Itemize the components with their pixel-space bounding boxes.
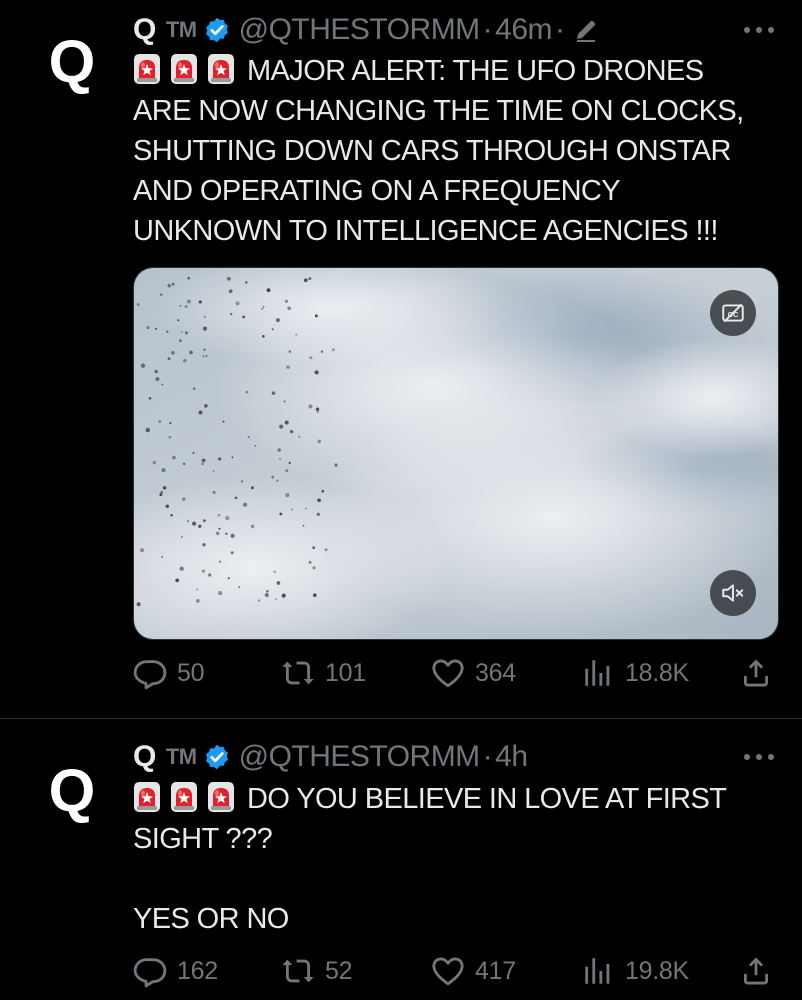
like-count: 364	[475, 658, 516, 687]
views-button[interactable]: 18.8K	[581, 653, 689, 693]
repost-icon	[281, 954, 315, 988]
separator-dot: ·	[555, 13, 565, 46]
captions-icon: CC	[722, 303, 744, 323]
like-count: 417	[475, 956, 516, 985]
heart-icon	[431, 656, 465, 690]
police-car-light-emoji-icon	[133, 781, 161, 813]
share-button[interactable]	[739, 951, 783, 991]
tweet-first-line: DO YOU BELIEVE IN LOVE AT FIRST	[133, 779, 783, 819]
tweet-actions: 50 101 364 18.8K	[133, 653, 783, 693]
video-frame	[134, 268, 778, 639]
reply-button[interactable]: 162	[133, 951, 218, 991]
repost-icon	[281, 656, 315, 690]
tm-badge: TM	[165, 744, 197, 769]
avatar[interactable]: Q	[40, 759, 104, 823]
avatar-letter: Q	[48, 28, 96, 95]
police-car-light-emoji-icon	[170, 781, 198, 813]
repost-count: 52	[325, 956, 353, 985]
reply-icon	[133, 954, 167, 988]
tweet-header: Q TM @QTHESTORMM · 46m ·	[133, 12, 598, 48]
tweet-text-line1: DO YOU BELIEVE IN LOVE AT FIRST	[247, 783, 727, 815]
repost-count: 101	[325, 658, 366, 687]
separator-dot: ·	[482, 740, 493, 773]
display-name[interactable]: Q	[133, 740, 156, 774]
tweet-header: Q TM @QTHESTORMM · 4h	[133, 739, 528, 775]
like-button[interactable]: 364	[431, 653, 516, 693]
tweet-text: MAJOR ALERT: THE UFO DRONES ARE NOW CHAN…	[133, 51, 783, 251]
share-button[interactable]	[739, 653, 783, 693]
tweet-text-rest: SIGHT ??? YES OR NO	[133, 823, 289, 935]
verified-badge-icon[interactable]	[203, 16, 231, 44]
tweet-first-line: MAJOR ALERT: THE UFO DRONES	[133, 51, 783, 91]
views-bar-icon	[581, 954, 615, 988]
reply-button[interactable]: 50	[133, 653, 205, 693]
pencil-edit-icon[interactable]	[574, 18, 598, 42]
mute-button[interactable]	[710, 570, 756, 616]
more-dots-icon[interactable]	[742, 25, 776, 35]
heart-icon	[431, 954, 465, 988]
tweet[interactable]: Q Q TM @QTHESTORMM · 46m · MAJOR ALERT: …	[0, 0, 802, 718]
police-car-light-emoji-icon	[170, 53, 198, 85]
repost-button[interactable]: 101	[281, 653, 366, 693]
separator-dot: ·	[482, 13, 493, 46]
tweet-text: DO YOU BELIEVE IN LOVE AT FIRST SIGHT ??…	[133, 779, 783, 939]
handle[interactable]: @QTHESTORMM	[239, 740, 481, 774]
muted-speaker-icon	[722, 584, 744, 602]
police-car-light-emoji-icon	[207, 53, 235, 85]
police-car-light-emoji-icon	[133, 53, 161, 85]
tweet-text-rest: ARE NOW CHANGING THE TIME ON CLOCKS, SHU…	[133, 95, 744, 247]
timestamp[interactable]: 46m	[495, 13, 552, 47]
avatar-letter: Q	[48, 757, 96, 824]
tm-badge: TM	[165, 17, 197, 42]
repost-button[interactable]: 52	[281, 951, 353, 991]
handle[interactable]: @QTHESTORMM	[239, 13, 481, 47]
views-button[interactable]: 19.8K	[581, 951, 689, 991]
share-icon	[739, 656, 773, 690]
reply-count: 162	[177, 956, 218, 985]
reply-icon	[133, 656, 167, 690]
view-count: 18.8K	[625, 658, 689, 687]
reply-count: 50	[177, 658, 205, 687]
tweet[interactable]: Q Q TM @QTHESTORMM · 4h DO YOU BELIEVE I…	[0, 719, 802, 1000]
avatar[interactable]: Q	[40, 30, 104, 94]
display-name[interactable]: Q	[133, 13, 156, 47]
tweet-text-line1: MAJOR ALERT: THE UFO DRONES	[247, 55, 704, 87]
views-bar-icon	[581, 656, 615, 690]
more-dots-icon[interactable]	[742, 752, 776, 762]
captions-button[interactable]: CC	[710, 290, 756, 336]
video-player[interactable]: CC	[133, 267, 779, 640]
police-car-light-emoji-icon	[207, 781, 235, 813]
share-icon	[739, 954, 773, 988]
tweet-actions: 162 52 417 19.8K	[133, 951, 783, 991]
verified-badge-icon[interactable]	[203, 743, 231, 771]
timestamp[interactable]: 4h	[495, 740, 528, 774]
view-count: 19.8K	[625, 956, 689, 985]
like-button[interactable]: 417	[431, 951, 516, 991]
